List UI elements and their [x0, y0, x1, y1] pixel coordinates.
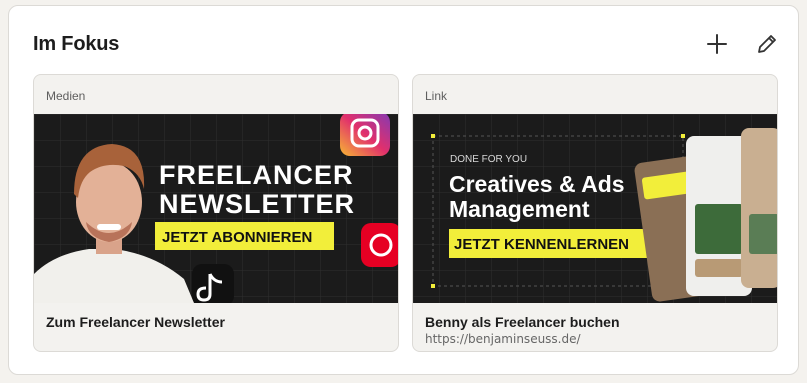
add-button[interactable]	[703, 30, 731, 58]
featured-card-freelancer-link[interactable]: Link DONE FOR YOU Creatives & Ads Manage…	[412, 74, 778, 352]
card-url[interactable]: https://benjaminseuss.de/	[425, 332, 581, 346]
banner-kicker: DONE FOR YOU	[450, 154, 527, 165]
card-title[interactable]: Zum Freelancer Newsletter	[46, 314, 225, 330]
banner-cta: JETZT KENNENLERNEN	[454, 236, 629, 253]
section-title: Im Fokus	[33, 33, 120, 55]
card-type-label: Link	[425, 89, 448, 103]
banner-headline-1: Creatives & Ads	[449, 171, 625, 197]
edit-button[interactable]	[753, 30, 781, 58]
plus-icon	[707, 34, 727, 54]
banner-headline-2: Management	[449, 196, 590, 222]
instagram-icon	[340, 114, 390, 156]
banner-headline-1: FREELANCER	[159, 160, 354, 190]
card-type-label: Medien	[46, 89, 86, 103]
im-fokus-panel: Im Fokus Medien FREELANCER NEWSLETTER JE…	[8, 5, 799, 375]
pinterest-icon	[361, 223, 398, 267]
card-title[interactable]: Benny als Freelancer buchen	[425, 314, 620, 330]
tiktok-icon	[192, 264, 234, 303]
featured-card-newsletter[interactable]: Medien FREELANCER NEWSLETTER JETZT ABONN…	[33, 74, 399, 352]
newsletter-banner-image[interactable]: FREELANCER NEWSLETTER JETZT ABONNIEREN	[34, 114, 398, 303]
pencil-icon	[758, 35, 776, 53]
creatives-ads-banner-image[interactable]: DONE FOR YOU Creatives & Ads Management …	[413, 114, 777, 303]
banner-headline-2: NEWSLETTER	[159, 189, 355, 219]
banner-cta: JETZT ABONNIEREN	[162, 229, 312, 246]
